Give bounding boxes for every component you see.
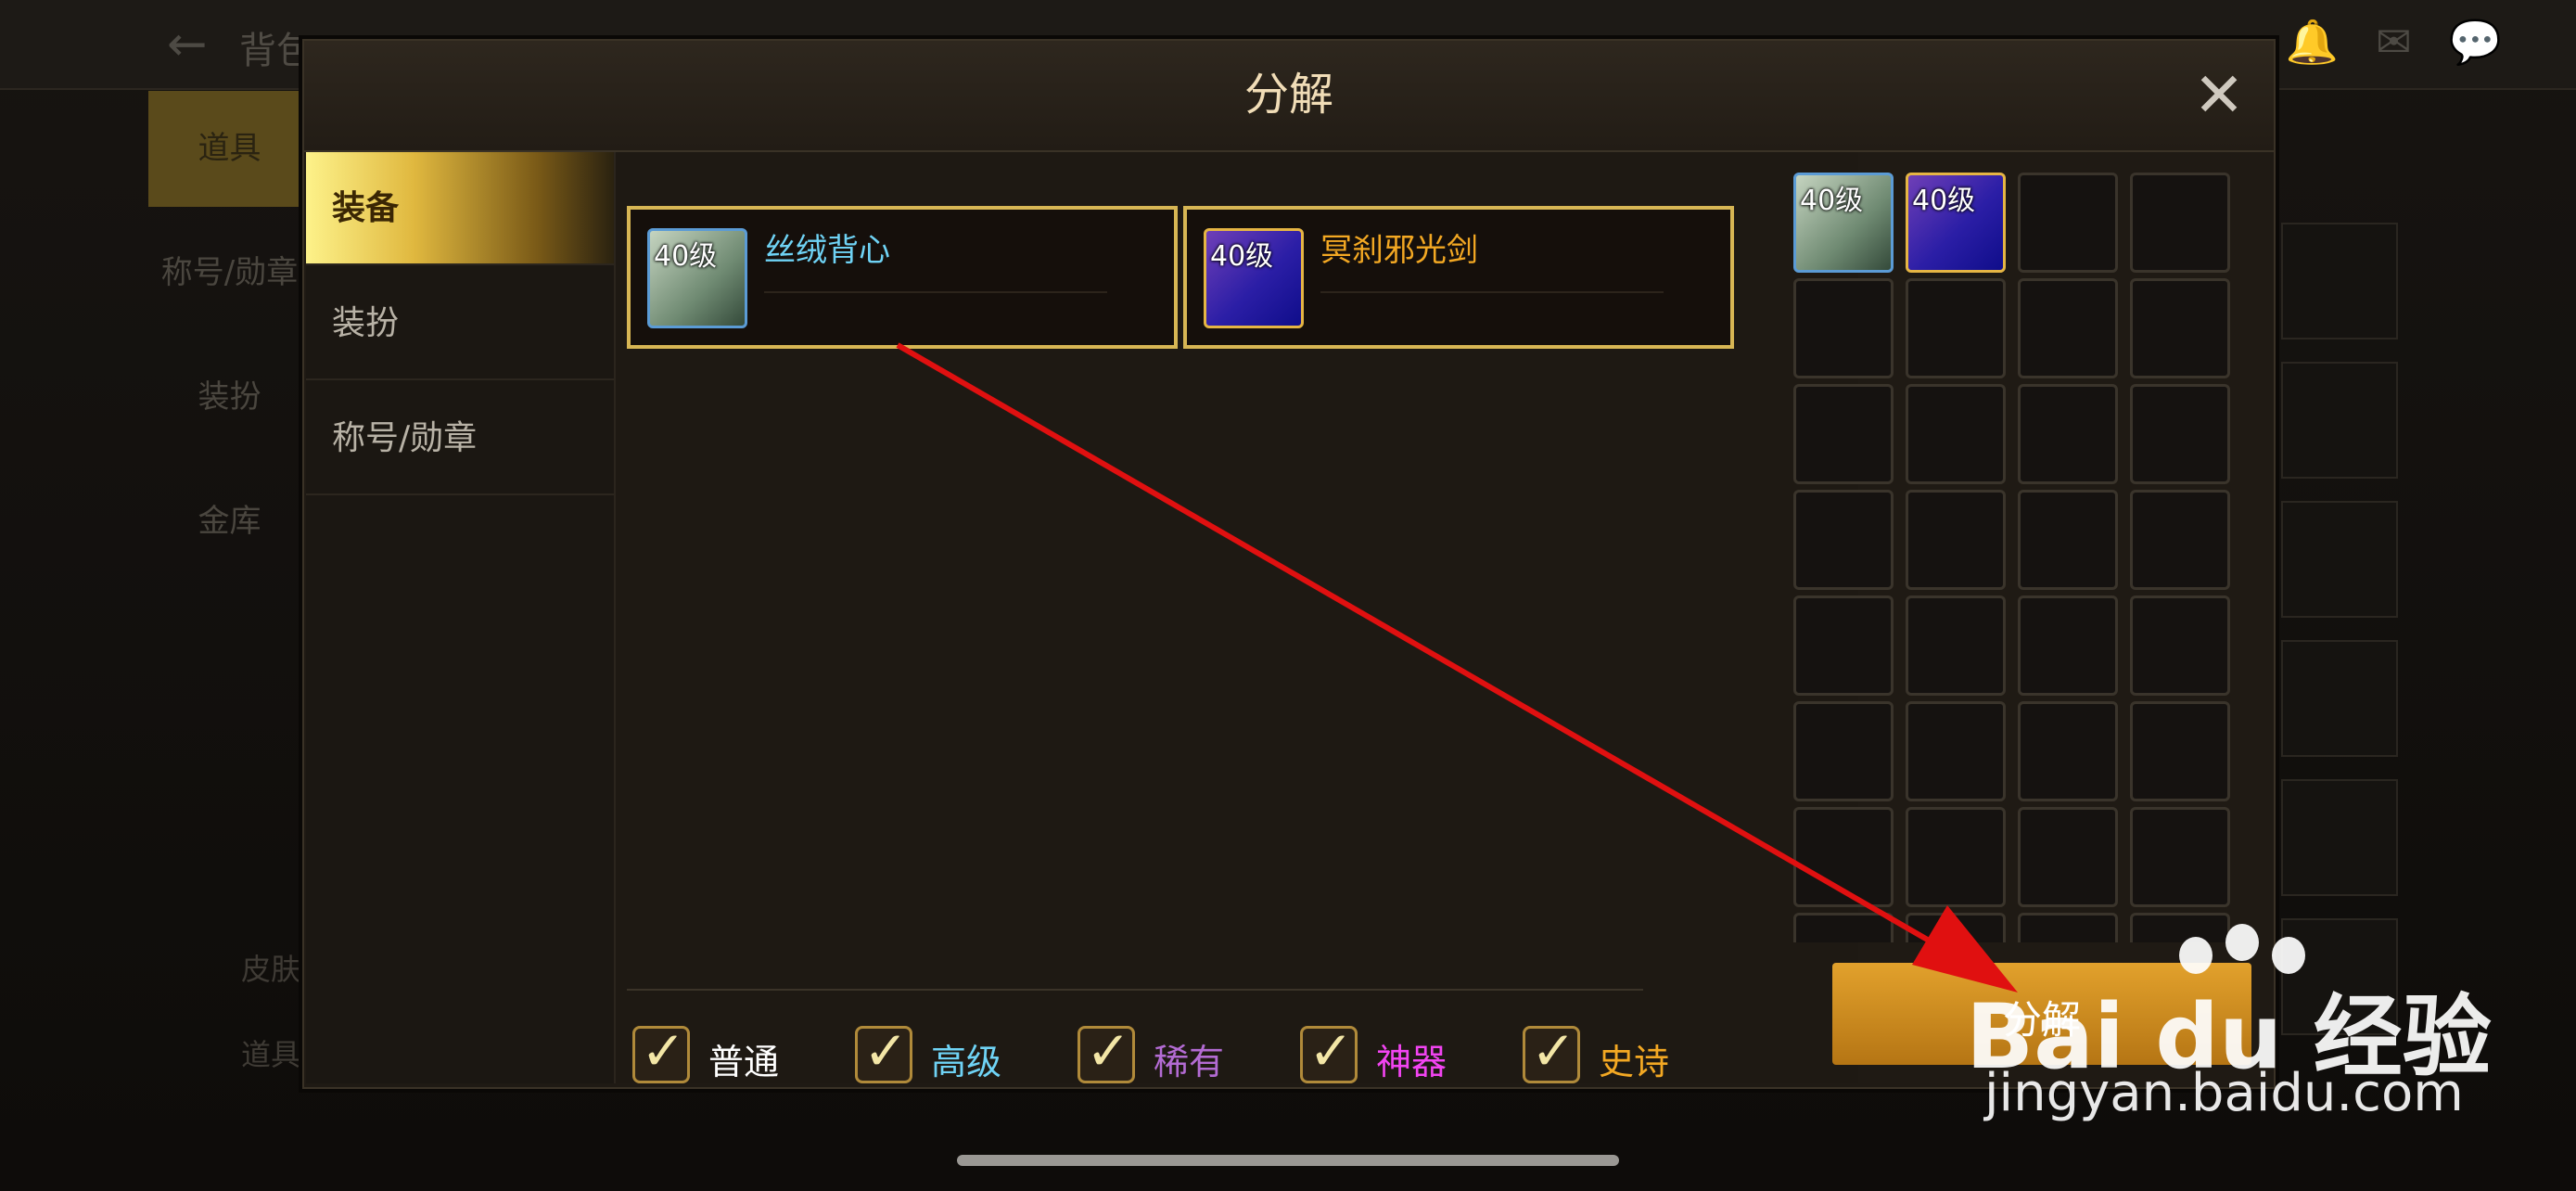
- selected-item-card[interactable]: 40级 冥刹邪光剑: [1183, 206, 1734, 349]
- item-name: 丝绒背心: [764, 232, 890, 269]
- background-slot: [2281, 223, 2398, 339]
- inventory-slot[interactable]: [2018, 384, 2118, 484]
- item-level: 40级: [1210, 240, 1274, 273]
- inventory-slot[interactable]: [1793, 807, 1894, 907]
- selected-items-panel: 40级 丝绒背心 40级 冥刹邪光剑 ✓ 普通 ✓ 高级 ✓ 稀有 ✓ 神器 ✓…: [616, 152, 1858, 1083]
- filter-label: 普通: [708, 1042, 780, 1082]
- filter-common[interactable]: ✓ 普通: [632, 1019, 818, 1095]
- background-topbar-icons: 🔔✉💬: [2285, 17, 2539, 67]
- filter-label: 史诗: [1599, 1042, 1670, 1082]
- inventory-slot[interactable]: [1793, 701, 1894, 801]
- inventory-slot[interactable]: [1793, 913, 1894, 942]
- inventory-slot[interactable]: [2018, 807, 2118, 907]
- item-level: 40级: [1800, 185, 1864, 217]
- item-name: 冥刹邪光剑: [1320, 232, 1478, 269]
- checkbox-checked-icon[interactable]: ✓: [1078, 1019, 1135, 1083]
- inventory-slot-vest[interactable]: 40级: [1793, 173, 1894, 273]
- sidebar-item-equipment[interactable]: 装备: [306, 152, 614, 265]
- filter-advanced[interactable]: ✓ 高级: [855, 1019, 1040, 1095]
- inventory-slot[interactable]: [2130, 596, 2230, 696]
- checkbox-checked-icon[interactable]: ✓: [1300, 1019, 1358, 1083]
- divider: [764, 291, 1107, 293]
- filter-label: 神器: [1376, 1042, 1447, 1082]
- background-slot: [2281, 362, 2398, 479]
- inventory-slot[interactable]: [2018, 913, 2118, 942]
- inventory-slot[interactable]: [2018, 490, 2118, 590]
- background-tab-items: 道具: [148, 91, 311, 207]
- inventory-slot[interactable]: [1793, 490, 1894, 590]
- inventory-slot[interactable]: [2130, 913, 2230, 942]
- inventory-slot[interactable]: [2130, 490, 2230, 590]
- background-skin-label: 皮肤: [241, 952, 301, 987]
- inventory-slot[interactable]: [2130, 173, 2230, 273]
- inventory-slot[interactable]: [2130, 807, 2230, 907]
- filter-epic[interactable]: ✓ 史诗: [1523, 1019, 1708, 1095]
- inventory-slot[interactable]: [1906, 596, 2006, 696]
- inventory-slot[interactable]: [2130, 278, 2230, 378]
- inventory-slot[interactable]: [1906, 807, 2006, 907]
- inventory-slot[interactable]: [2018, 596, 2118, 696]
- inventory-slot[interactable]: [2018, 278, 2118, 378]
- filter-label: 稀有: [1154, 1042, 1225, 1082]
- home-indicator[interactable]: [957, 1155, 1619, 1166]
- sidebar-item-titles[interactable]: 称号/勋章: [306, 382, 614, 495]
- inventory-slot[interactable]: [1793, 596, 1894, 696]
- inventory-slot[interactable]: [1906, 701, 2006, 801]
- inventory-slot[interactable]: [2018, 173, 2118, 273]
- inventory-slot[interactable]: [1906, 490, 2006, 590]
- checkbox-checked-icon[interactable]: ✓: [855, 1019, 912, 1083]
- item-level: 40级: [1912, 185, 1976, 217]
- inventory-slot[interactable]: [1906, 384, 2006, 484]
- filter-rare[interactable]: ✓ 稀有: [1078, 1019, 1263, 1095]
- background-slot: [2281, 640, 2398, 757]
- dialog-header: 分解 ✕: [304, 41, 2274, 152]
- vest-icon: 40级: [647, 228, 747, 328]
- watermark-url: jingyan.baidu.com: [1984, 1063, 2464, 1123]
- sidebar-item-outfit[interactable]: 装扮: [306, 267, 614, 380]
- dialog-title: 分解: [1243, 69, 1333, 121]
- inventory-grid: 40级 40级: [1793, 173, 2242, 942]
- filter-label: 高级: [931, 1042, 1002, 1082]
- selected-item-card[interactable]: 40级 丝绒背心: [627, 206, 1178, 349]
- back-arrow-icon: ←: [167, 17, 208, 72]
- background-tab-vault: 金库: [198, 503, 261, 540]
- filter-artifact[interactable]: ✓ 神器: [1300, 1019, 1486, 1095]
- inventory-slot[interactable]: [2018, 701, 2118, 801]
- divider: [627, 989, 1643, 991]
- inventory-slot[interactable]: [1793, 278, 1894, 378]
- inventory-slot[interactable]: [2130, 701, 2230, 801]
- inventory-slot[interactable]: [1906, 913, 2006, 942]
- checkbox-checked-icon[interactable]: ✓: [1523, 1019, 1580, 1083]
- background-slot: [2281, 501, 2398, 618]
- inventory-slot-sword[interactable]: 40级: [1906, 173, 2006, 273]
- inventory-slot[interactable]: [2130, 384, 2230, 484]
- inventory-slot[interactable]: [1906, 278, 2006, 378]
- category-sidebar: 装备 装扮 称号/勋章: [306, 152, 616, 1083]
- item-level: 40级: [654, 240, 718, 273]
- checkbox-checked-icon[interactable]: ✓: [632, 1019, 690, 1083]
- sword-icon: 40级: [1204, 228, 1304, 328]
- paw-icon: [2225, 924, 2259, 961]
- background-items-label: 道具: [241, 1037, 301, 1072]
- background-tab-titles: 称号/勋章: [160, 254, 299, 291]
- background-slot: [2281, 779, 2398, 896]
- background-tab-outfit: 装扮: [198, 378, 261, 416]
- inventory-slot[interactable]: [1793, 384, 1894, 484]
- divider: [1320, 291, 1664, 293]
- close-icon[interactable]: ✕: [2187, 63, 2251, 128]
